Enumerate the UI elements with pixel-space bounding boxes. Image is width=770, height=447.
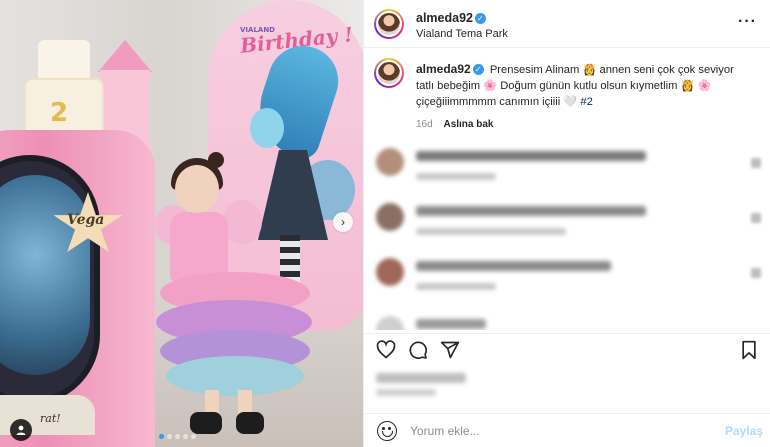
girl-face [175, 165, 219, 213]
comment-item [364, 250, 770, 296]
bookmark-icon[interactable] [739, 340, 759, 360]
carousel-dot [183, 434, 188, 439]
shoe-right [236, 412, 264, 434]
author-avatar[interactable] [374, 9, 404, 39]
heart-icon[interactable] [751, 158, 761, 168]
cake-number: 2 [50, 98, 69, 128]
caption-username[interactable]: almeda92 ✓ [416, 62, 484, 76]
cake-top-tier [38, 40, 90, 82]
shoe-left [190, 412, 222, 434]
fairy-face [250, 108, 284, 148]
verified-badge-icon: ✓ [474, 13, 486, 24]
heart-icon[interactable] [751, 213, 761, 223]
post-comment-button[interactable]: Paylaş [725, 424, 763, 438]
next-photo-button[interactable]: › [333, 212, 353, 232]
carousel-dot [167, 434, 172, 439]
post-photo[interactable]: VIALAND Birthday ! 2 Vega rat! › [0, 0, 363, 447]
comment-avatar[interactable] [376, 203, 404, 231]
heart-icon[interactable] [751, 268, 761, 278]
post-date [376, 389, 436, 396]
comment-item [364, 140, 770, 186]
comment-text [416, 151, 646, 161]
comment-text [416, 319, 486, 329]
comments-list[interactable] [364, 140, 770, 330]
comment-meta [416, 283, 496, 290]
dress-frill-right [222, 200, 262, 244]
girl-hair-bun [208, 152, 224, 168]
post-actions-bar [364, 333, 770, 365]
author-username[interactable]: almeda92 ✓ [416, 11, 486, 25]
post-location[interactable]: Vialand Tema Park [416, 28, 508, 40]
chevron-right-icon: › [341, 215, 345, 229]
comment-avatar[interactable] [376, 316, 404, 330]
likes-count[interactable] [376, 373, 466, 383]
post-details-panel: almeda92 ✓ Vialand Tema Park ··· almeda92… [363, 0, 770, 447]
caption-line: çiçeğiiimmmmm canımın içiiii 🤍 [416, 96, 581, 108]
emoji-icon[interactable] [377, 421, 397, 441]
comment-text [416, 206, 646, 216]
comment-item [364, 308, 770, 330]
hashtag-link[interactable]: #2 [580, 96, 592, 108]
carousel-dot [175, 434, 180, 439]
cake-sign-text: rat! [40, 412, 61, 425]
user-tag-icon [16, 425, 26, 435]
caption-text: almeda92 ✓ Prensesim Alinam 👸 annen seni … [416, 61, 756, 110]
heart-icon[interactable] [376, 340, 396, 360]
comment-meta [416, 228, 566, 235]
star-plaque-text: Vega [67, 212, 105, 228]
carousel-dot [191, 434, 196, 439]
comment-input[interactable] [410, 423, 690, 439]
more-horizontal-icon[interactable]: ··· [738, 13, 757, 31]
comment-icon[interactable] [408, 340, 428, 360]
cake-window-picture [0, 175, 90, 375]
add-comment-row: Paylaş [364, 413, 770, 447]
comment-avatar[interactable] [376, 148, 404, 176]
post-dialog: VIALAND Birthday ! 2 Vega rat! › almeda9… [0, 0, 770, 447]
post-header: almeda92 ✓ Vialand Tema Park ··· [364, 0, 770, 48]
carousel-dot [159, 434, 164, 439]
see-translation-link[interactable]: Aslına bak [443, 119, 493, 130]
share-icon[interactable] [440, 340, 460, 360]
caption-line: Prensesim Alinam 👸 annen seni çok çok se… [489, 64, 734, 76]
comment-item [364, 195, 770, 241]
skirt-layer [166, 356, 304, 396]
tagged-users-button[interactable] [10, 419, 32, 441]
post-age: 16d [416, 119, 433, 130]
comment-text [416, 261, 611, 271]
caption-line: tatlı bebeğim 🌸 Doğum günün kutlu olsun … [416, 80, 712, 92]
verified-badge-icon: ✓ [472, 64, 484, 75]
caption-avatar[interactable] [374, 58, 404, 88]
comment-meta [416, 173, 496, 180]
carousel-indicator [159, 434, 196, 439]
comment-avatar[interactable] [376, 258, 404, 286]
